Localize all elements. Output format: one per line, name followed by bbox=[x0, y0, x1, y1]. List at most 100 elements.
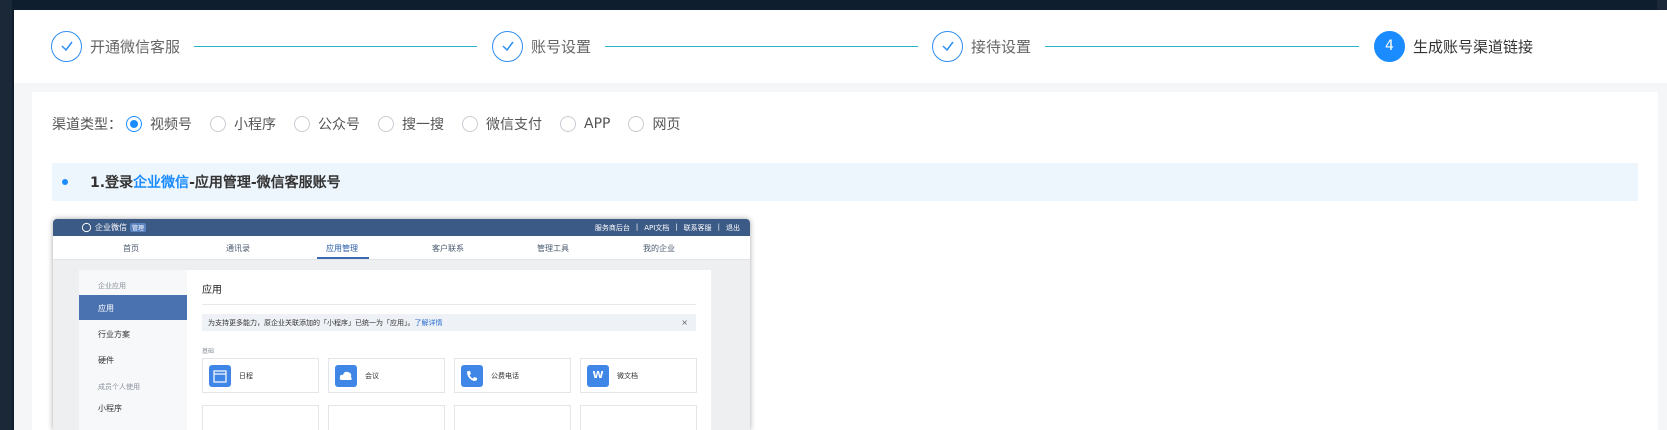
cloud-icon bbox=[335, 364, 357, 387]
notice-link: 了解详情 bbox=[414, 318, 443, 327]
app-card bbox=[328, 405, 445, 430]
channel-option-label: 微信支付 bbox=[486, 117, 542, 133]
screenshot-topbar: 企业微信 管理 服务商后台 | API文档 | 联系客服 | 退出 bbox=[53, 219, 750, 236]
app-card-phone: 公费电话 bbox=[454, 358, 571, 393]
channel-option-label: 搜一搜 bbox=[402, 117, 444, 133]
app-name: 会议 bbox=[365, 371, 379, 380]
radio-icon[interactable] bbox=[560, 116, 576, 132]
nav-customer-contact: 客户联系 bbox=[432, 244, 464, 253]
content-card: 渠道类型： 视频号 小程序 公众号 搜一搜 微信支付 APP 网页 1.登录 企… bbox=[32, 92, 1658, 430]
sidebar-active-bg bbox=[79, 295, 187, 320]
channel-option-video[interactable]: 视频号 bbox=[126, 114, 192, 134]
step-connector-1 bbox=[194, 46, 477, 47]
divider bbox=[202, 304, 696, 305]
nav-contacts: 通讯录 bbox=[226, 244, 250, 253]
nav-home: 首页 bbox=[123, 244, 139, 253]
app-card-meeting: 会议 bbox=[328, 358, 445, 393]
sidebar-item-apps: 应用 bbox=[98, 304, 114, 313]
channel-option-label: 公众号 bbox=[318, 117, 360, 133]
channel-option-web[interactable]: 网页 bbox=[628, 114, 680, 134]
app-card bbox=[202, 405, 319, 430]
step-3-label: 接待设置 bbox=[971, 37, 1032, 56]
channel-option-app[interactable]: APP bbox=[560, 116, 610, 132]
check-icon bbox=[492, 30, 523, 62]
step-1-label: 开通微信客服 bbox=[90, 37, 181, 56]
instruction-link[interactable]: 企业微信 bbox=[133, 172, 189, 192]
nav-management-tools: 管理工具 bbox=[537, 244, 569, 253]
channel-option-label: 小程序 bbox=[234, 117, 276, 133]
close-icon: × bbox=[681, 318, 688, 327]
step-bar: 开通微信客服 账号设置 接待设置 4 生成账号渠道链接 bbox=[14, 10, 1667, 83]
radio-checked-icon[interactable] bbox=[126, 116, 142, 132]
instruction-prefix: 1.登录 bbox=[90, 175, 134, 191]
screenshot-top-links: 服务商后台 | API文档 | 联系客服 | 退出 bbox=[595, 223, 740, 233]
link-service-backend: 服务商后台 bbox=[594, 223, 630, 232]
screenshot-main: 应用 为支持更多能力，原企业关联添加的「小程序」已统一为「应用」。 了解详情 ×… bbox=[187, 270, 711, 430]
wizard-panel: 开通微信客服 账号设置 接待设置 4 生成账号渠道链接 渠道类型： 视频号 小程… bbox=[14, 10, 1667, 430]
sidebar-section-enterprise-apps: 企业应用 bbox=[98, 282, 126, 290]
app-name: 微文档 bbox=[617, 371, 638, 380]
link-contact-support: 联系客服 bbox=[683, 223, 712, 232]
link-separator: | bbox=[635, 222, 639, 231]
screenshot-nav: 首页 通讯录 应用管理 客户联系 管理工具 我的企业 bbox=[53, 236, 750, 260]
doc-w-icon: W bbox=[587, 364, 609, 387]
radio-icon[interactable] bbox=[628, 116, 645, 132]
step-2-label: 账号设置 bbox=[531, 37, 592, 56]
link-separator: | bbox=[717, 222, 720, 231]
step-connector-2 bbox=[605, 46, 918, 47]
screenshot-sidebar: 企业应用 应用 行业方案 硬件 成员个人使用 小程序 bbox=[79, 270, 187, 430]
wework-logo-tag: 管理 bbox=[130, 223, 147, 232]
channel-type-row: 渠道类型： 视频号 小程序 公众号 搜一搜 微信支付 APP 网页 bbox=[52, 114, 698, 134]
step-1[interactable]: 开通微信客服 bbox=[51, 30, 180, 62]
sidebar-item-hardware: 硬件 bbox=[98, 356, 114, 365]
channel-option-label: APP bbox=[584, 116, 611, 132]
section-label-basic: 基础 bbox=[202, 348, 215, 355]
check-icon bbox=[932, 30, 963, 62]
app-name: 公费电话 bbox=[491, 371, 519, 380]
app-card bbox=[454, 405, 571, 430]
radio-icon[interactable] bbox=[462, 116, 478, 132]
phone-icon bbox=[461, 364, 483, 387]
link-api-docs: API文档 bbox=[644, 223, 670, 232]
link-separator: | bbox=[675, 222, 678, 231]
guide-screenshot: 企业微信 管理 服务商后台 | API文档 | 联系客服 | 退出 首页 通讯录… bbox=[53, 219, 750, 430]
radio-icon[interactable] bbox=[210, 116, 226, 132]
sidebar-section-personal: 成员个人使用 bbox=[98, 383, 140, 391]
app-card-calendar: 日程 bbox=[202, 358, 319, 393]
sidebar-item-miniprogram: 小程序 bbox=[98, 404, 122, 413]
instruction-suffix: -应用管理-微信客服账号 bbox=[189, 175, 341, 191]
bullet-icon bbox=[62, 179, 68, 185]
step-4-number: 4 bbox=[1374, 30, 1405, 62]
app-card-doc: W 微文档 bbox=[580, 358, 697, 393]
wework-logo-icon bbox=[81, 222, 92, 233]
nav-my-enterprise: 我的企业 bbox=[643, 244, 675, 253]
step-4-label: 生成账号渠道链接 bbox=[1413, 37, 1534, 56]
left-edge bbox=[0, 0, 12, 430]
nav-active-underline bbox=[317, 257, 369, 259]
step-2[interactable]: 账号设置 bbox=[492, 30, 591, 62]
channel-option-official-account[interactable]: 公众号 bbox=[294, 114, 360, 134]
notice-text: 为支持更多能力，原企业关联添加的「小程序」已统一为「应用」。 bbox=[208, 318, 415, 327]
channel-type-label: 渠道类型： bbox=[52, 117, 122, 133]
channel-option-search[interactable]: 搜一搜 bbox=[378, 114, 444, 134]
wework-logo: 企业微信 管理 bbox=[81, 222, 147, 233]
channel-option-label: 网页 bbox=[652, 117, 681, 133]
radio-icon[interactable] bbox=[294, 116, 310, 132]
app-card bbox=[580, 405, 697, 430]
link-logout: 退出 bbox=[726, 223, 740, 232]
step-3[interactable]: 接待设置 bbox=[932, 30, 1031, 62]
sidebar-item-industry: 行业方案 bbox=[98, 330, 130, 339]
calendar-icon bbox=[209, 364, 231, 387]
app-name: 日程 bbox=[239, 371, 253, 380]
channel-option-miniprogram[interactable]: 小程序 bbox=[210, 114, 276, 134]
step-4[interactable]: 4 生成账号渠道链接 bbox=[1374, 30, 1533, 62]
channel-option-label: 视频号 bbox=[150, 117, 192, 133]
wework-logo-text: 企业微信 bbox=[95, 223, 127, 232]
screenshot-body: 企业应用 应用 行业方案 硬件 成员个人使用 小程序 应用 为支持更多能力，原企… bbox=[53, 260, 750, 430]
channel-option-wechat-pay[interactable]: 微信支付 bbox=[462, 114, 542, 134]
screenshot-notice: 为支持更多能力，原企业关联添加的「小程序」已统一为「应用」。 了解详情 × bbox=[202, 314, 696, 331]
check-icon bbox=[51, 30, 82, 62]
radio-icon[interactable] bbox=[378, 116, 394, 132]
step-connector-3 bbox=[1045, 46, 1359, 47]
screenshot-main-title: 应用 bbox=[202, 285, 222, 296]
